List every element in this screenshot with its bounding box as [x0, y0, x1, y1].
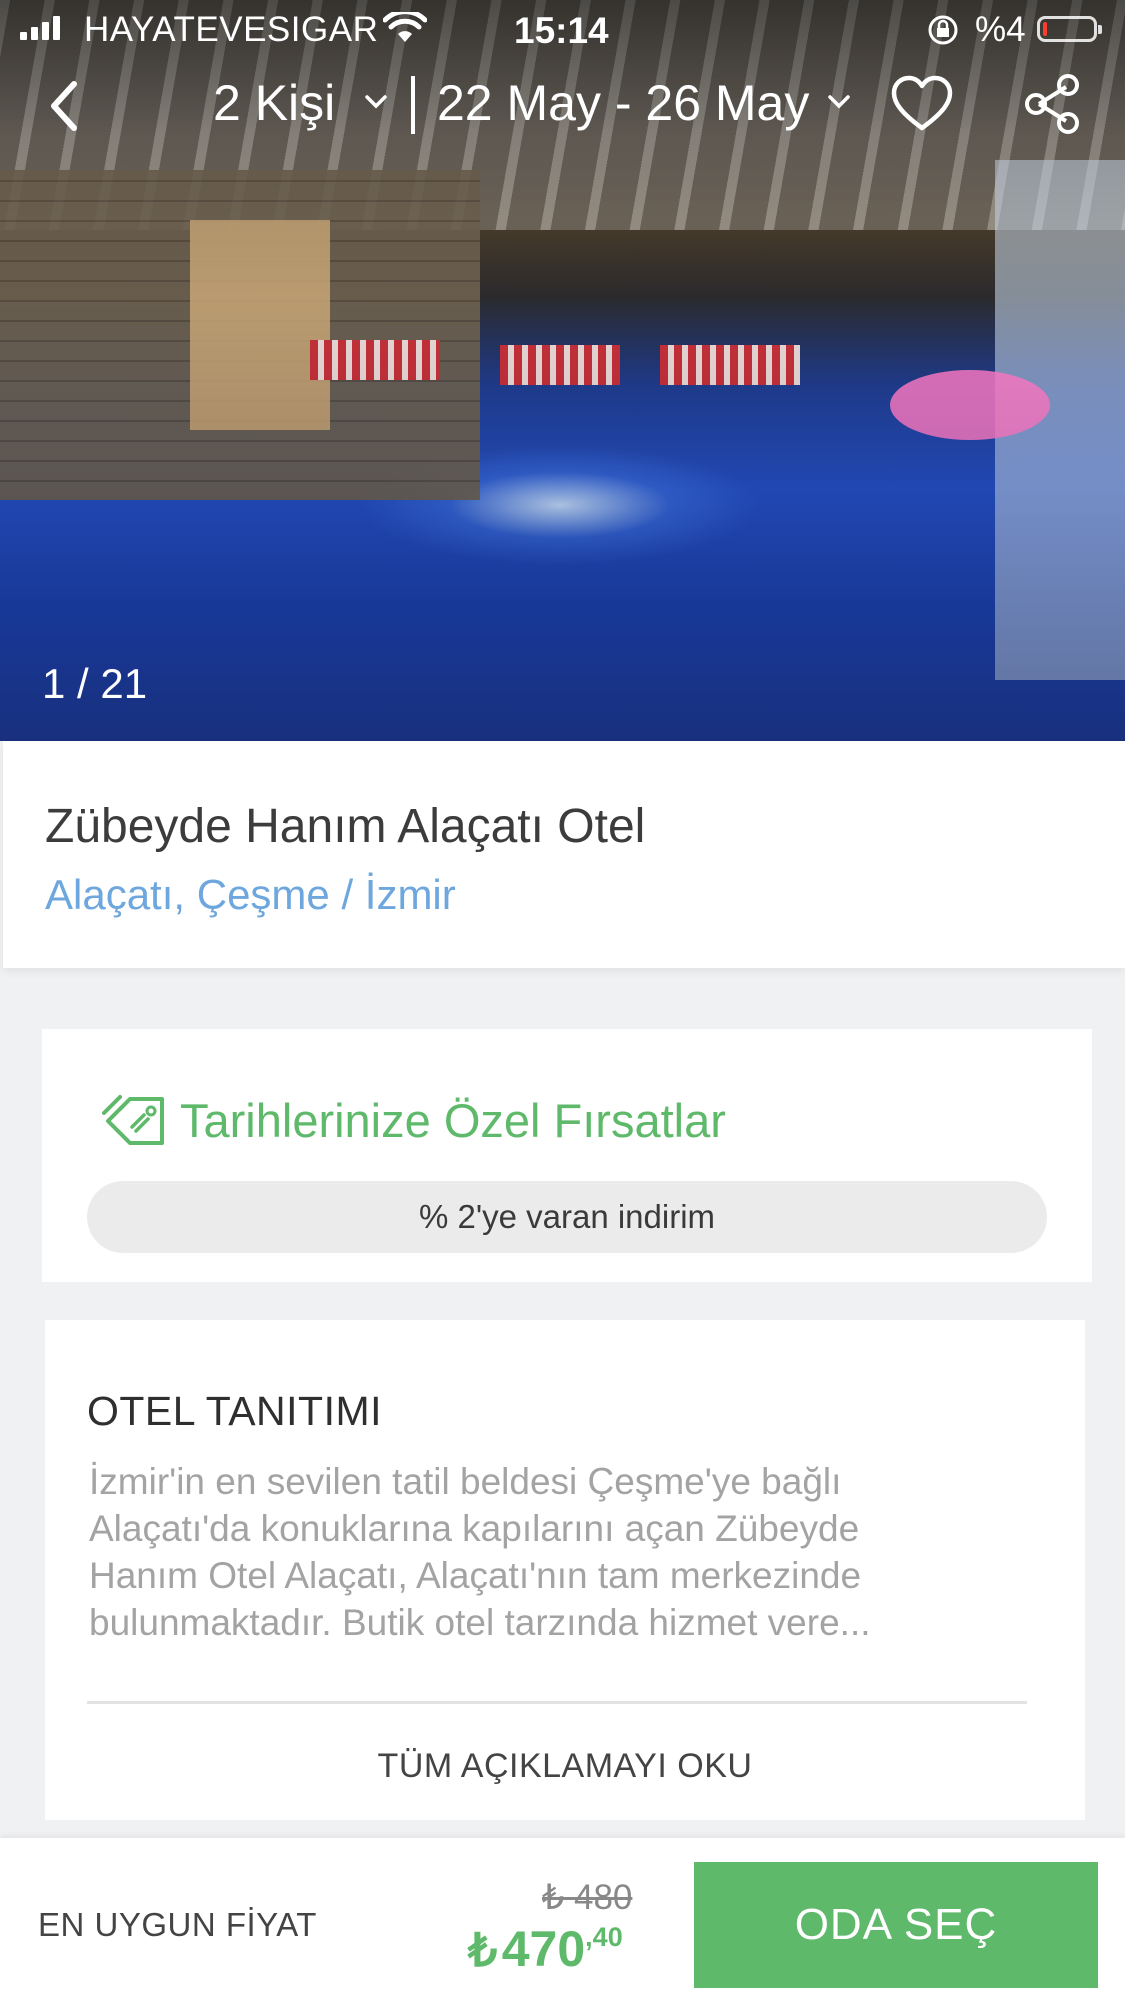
- date-range-selector[interactable]: 22 May - 26 May: [437, 74, 809, 132]
- battery-percent: %4: [975, 10, 1026, 49]
- deals-title: Tarihlerinize Özel Fırsatlar: [180, 1094, 726, 1147]
- divider: [87, 1701, 1027, 1704]
- discounted-price: ₺ 470,40: [468, 1920, 623, 1978]
- chevron-down-icon[interactable]: [825, 92, 853, 112]
- price-bar: EN UYGUN FİYAT ₺ 480 ₺ 470,40 ODA SEÇ: [0, 1838, 1125, 2001]
- status-bar: HAYATEVESIGAR 15:14 %4: [0, 0, 1125, 62]
- guest-count-selector[interactable]: 2 Kişi: [213, 74, 335, 132]
- signal-icon: [20, 14, 60, 40]
- price-main: 470: [501, 1921, 586, 1977]
- description-line: İzmir'in en sevilen tatil beldesi Çeşme'…: [89, 1461, 842, 1502]
- battery-icon: [1037, 16, 1102, 42]
- top-nav: 2 Kişi 22 May - 26 May: [0, 62, 1125, 150]
- description-heading: OTEL TANITIMI: [87, 1388, 383, 1434]
- discount-badge[interactable]: % 2'ye varan indirim: [87, 1181, 1047, 1253]
- favorite-heart-icon[interactable]: [890, 74, 954, 134]
- description-line: bulunmaktadır. Butik otel tarzında hizme…: [89, 1602, 871, 1643]
- price-cents: ,40: [585, 1922, 623, 1952]
- select-room-button[interactable]: ODA SEÇ: [694, 1862, 1098, 1988]
- description-text: İzmir'in en sevilen tatil beldesi Çeşme'…: [89, 1458, 1049, 1646]
- carrier-name: HAYATEVESIGAR: [84, 10, 379, 49]
- currency-symbol: ₺: [468, 1924, 498, 1976]
- hotel-description-card: OTEL TANITIMI İzmir'in en sevilen tatil …: [45, 1320, 1085, 1820]
- wifi-icon: [383, 12, 427, 42]
- read-full-description-button[interactable]: TÜM AÇIKLAMAYI OKU: [45, 1747, 1085, 1786]
- photo-counter: 1 / 21: [42, 660, 148, 707]
- original-price: ₺ 480: [542, 1878, 633, 1917]
- deals-card: Tarihlerinize Özel Fırsatlar % 2'ye vara…: [42, 1029, 1092, 1282]
- hotel-location-link[interactable]: Alaçatı, Çeşme / İzmir: [45, 871, 456, 919]
- best-price-label: EN UYGUN FİYAT: [38, 1906, 317, 1943]
- chevron-down-icon[interactable]: [362, 92, 390, 112]
- description-line: Alaçatı'da konuklarına kapılarını açan Z…: [89, 1508, 860, 1549]
- price-tag-icon: [102, 1095, 164, 1145]
- share-icon[interactable]: [1020, 72, 1084, 136]
- hotel-name: Zübeyde Hanım Alaçatı Otel: [45, 800, 646, 853]
- rotation-lock-icon: [928, 15, 958, 45]
- back-arrow-icon[interactable]: [40, 76, 92, 136]
- hotel-title-card: Zübeyde Hanım Alaçatı Otel Alaçatı, Çeşm…: [3, 741, 1125, 968]
- description-line: Hanım Otel Alaçatı, Alaçatı'nın tam merk…: [89, 1555, 862, 1596]
- divider: [411, 76, 415, 134]
- clock: 15:14: [514, 10, 609, 51]
